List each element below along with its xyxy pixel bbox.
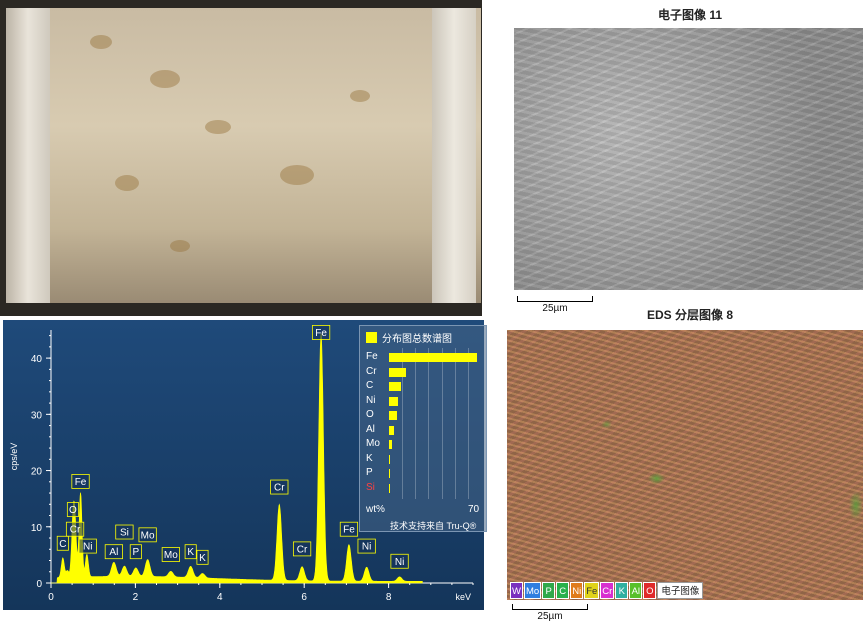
element-chip-fe[interactable]: Fe	[584, 582, 600, 599]
legend-row-o: O	[366, 409, 481, 422]
stain	[115, 175, 139, 191]
legend-row-c: C	[366, 380, 481, 393]
peak-label: Cr	[70, 525, 81, 536]
sem-image-title: 电子图像 11	[657, 8, 723, 22]
legend-row-ni: Ni	[366, 395, 481, 408]
y-tick-label: 0	[36, 579, 42, 590]
y-tick-label: 40	[31, 354, 43, 365]
legend-wt-bar	[389, 353, 478, 362]
peak-label: C	[59, 539, 66, 550]
sample-photo	[0, 0, 482, 316]
element-chip-p[interactable]: P	[542, 582, 556, 599]
legend-row-p: P	[366, 467, 481, 480]
x-tick-label: 2	[133, 592, 139, 603]
legend-element-label: O	[366, 409, 374, 420]
peak-label: O	[69, 505, 77, 516]
peak-label: Al	[109, 547, 118, 558]
element-chip-c[interactable]: C	[556, 582, 570, 599]
legend-wt-bar	[389, 396, 399, 406]
x-tick-label: 0	[48, 592, 54, 603]
legend-wt-bar	[389, 483, 390, 493]
legend-row-mo: Mo	[366, 438, 481, 451]
element-chip-al[interactable]: Al	[629, 582, 643, 599]
spectrum-legend: 分布图总数谱图 Fe Cr C Ni O Al Mo K P Si wt% 70 技术支持来自 T…	[359, 325, 487, 532]
x-tick-label: 8	[386, 592, 392, 603]
legend-wt-bar	[389, 454, 390, 464]
legend-row-k: K	[366, 453, 481, 466]
peak-label: Fe	[315, 328, 327, 339]
legend-wt-bar	[389, 411, 397, 420]
peak-label: K	[187, 547, 194, 558]
peak-label: Fe	[75, 477, 87, 488]
legend-max: 70	[468, 504, 480, 515]
legend-row-fe: Fe	[366, 351, 481, 364]
sem-scale-bar: 25µm	[517, 296, 593, 316]
peak-label: Mo	[164, 550, 178, 561]
peak-label: Mo	[141, 530, 155, 541]
legend-element-label: Cr	[366, 365, 377, 377]
element-chip-ni[interactable]: Ni	[570, 582, 584, 599]
peak-label: Si	[120, 528, 129, 539]
element-chip-mo[interactable]: Mo	[524, 582, 542, 599]
element-chip-k[interactable]: K	[615, 582, 629, 599]
legend-element-label: Al	[366, 423, 375, 435]
y-tick-label: 10	[31, 523, 43, 534]
eds-layered-map	[507, 330, 863, 600]
eds-spectrum-panel: 0 10 20 30 40 0 2 4 6 8 keV cps/eV C O Cr Fe Ni Al Si P Mo Mo…	[3, 320, 487, 610]
peak-label: Ni	[83, 542, 92, 553]
sample-surface	[6, 8, 481, 303]
legend-wt-bar	[389, 425, 395, 435]
legend-element-label: P	[366, 467, 373, 478]
legend-wt-bar	[389, 382, 401, 391]
legend-unit: wt%	[366, 504, 385, 515]
y-tick-label: 30	[31, 410, 43, 421]
sem-scale-label: 25µm	[542, 303, 568, 314]
legend-title: 分布图总数谱图	[382, 334, 452, 345]
stain	[170, 240, 190, 252]
legend-wt-bar	[389, 469, 390, 478]
legend-element-label: Fe	[366, 351, 378, 362]
legend-element-label: C	[366, 380, 374, 391]
legend-element-label: Si	[366, 481, 375, 493]
sample-edge-left	[6, 8, 50, 303]
peak-label: Cr	[297, 544, 308, 555]
eds-map-title: EDS 分层图像 8	[646, 308, 734, 322]
element-chip-electron-image[interactable]: 电子图像	[657, 582, 704, 599]
stain	[280, 165, 314, 185]
x-tick-label: 6	[301, 592, 307, 603]
stain	[205, 120, 231, 134]
legend-element-label: Ni	[366, 394, 376, 406]
y-tick-label: 20	[31, 467, 43, 478]
legend-element-label: K	[366, 452, 373, 464]
sem-electron-image	[514, 28, 863, 290]
legend-row-si: Si	[366, 482, 481, 495]
peak-label: K	[199, 553, 206, 564]
eds-map-scale-bar: 25µm	[512, 604, 588, 624]
eds-map-scale-label: 25µm	[537, 611, 563, 622]
element-chip-cr[interactable]: Cr	[600, 582, 615, 599]
element-chip-w[interactable]: W	[510, 582, 523, 599]
x-tick-label: 4	[217, 592, 223, 603]
legend-row-cr: Cr	[366, 366, 481, 379]
element-chip-o[interactable]: O	[643, 582, 657, 599]
x-axis-label: keV	[455, 592, 471, 602]
peak-label: P	[132, 547, 139, 558]
legend-row-al: Al	[366, 424, 481, 437]
peak-label: Ni	[395, 557, 404, 568]
stain	[350, 90, 370, 102]
legend-credit: 技术支持来自 Tru-Q®	[390, 521, 477, 531]
legend-wt-bar	[389, 440, 392, 449]
eds-map-element-legend: W Mo P C Ni Fe Cr K Al O 电子图像	[510, 582, 704, 599]
legend-element-label: Mo	[366, 438, 380, 449]
legend-wt-bar	[389, 367, 407, 377]
peak-label: Ni	[362, 542, 371, 553]
y-axis-label: cps/eV	[9, 443, 19, 471]
peak-label: Cr	[274, 483, 285, 494]
stain	[150, 70, 180, 88]
stain	[90, 35, 112, 49]
peak-label: Fe	[343, 525, 355, 536]
legend-swatch	[366, 332, 377, 343]
sample-edge-right	[432, 8, 476, 303]
